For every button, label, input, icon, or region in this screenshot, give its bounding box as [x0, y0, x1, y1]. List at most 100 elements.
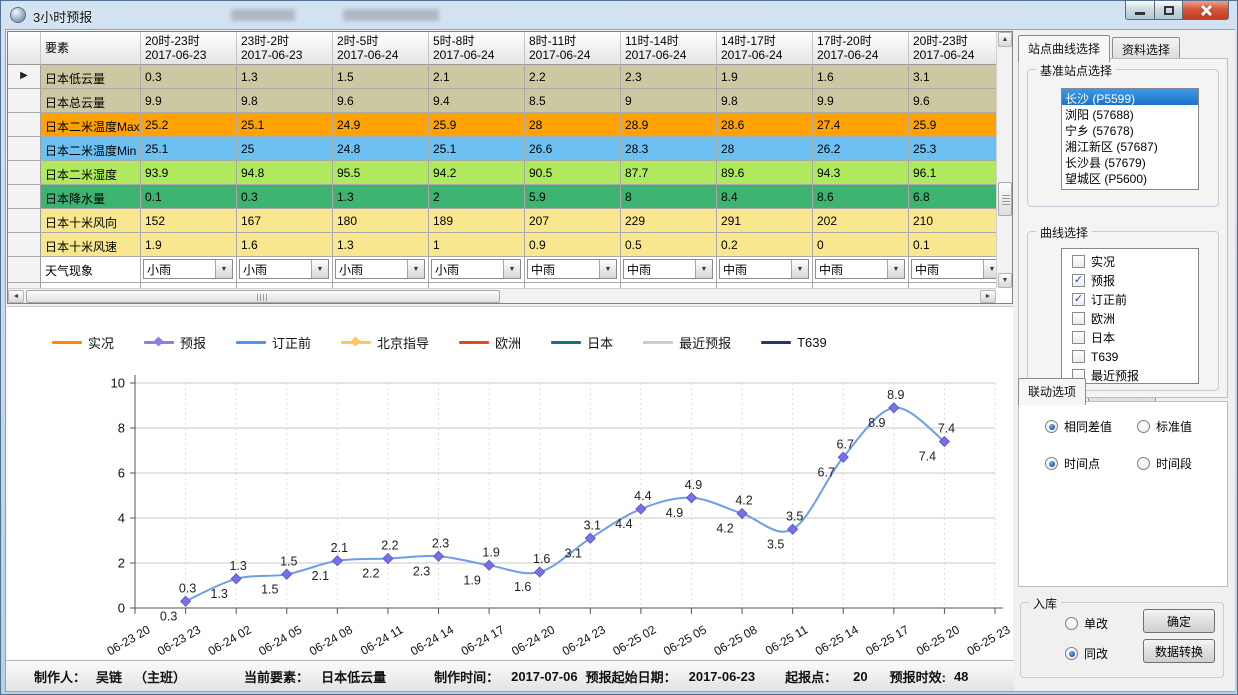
table-cell[interactable]: 28.6: [717, 113, 813, 137]
table-cell[interactable]: 95.5: [333, 161, 429, 185]
table-cell[interactable]: 中雨▼: [813, 257, 909, 283]
table-cell[interactable]: 中雨▼: [717, 257, 813, 283]
table-cell[interactable]: 0: [813, 233, 909, 257]
table-cell[interactable]: 8: [621, 185, 717, 209]
table-cell[interactable]: 9.4: [429, 89, 525, 113]
weather-combobox[interactable]: 中雨▼: [527, 259, 617, 279]
table-cell[interactable]: 9.6: [333, 89, 429, 113]
table-cell[interactable]: 9.8: [717, 89, 813, 113]
curve-checkbox-item[interactable]: 欧洲: [1062, 309, 1198, 328]
table-cell[interactable]: 25.1: [237, 113, 333, 137]
table-cell[interactable]: 1.9: [141, 233, 237, 257]
table-cell[interactable]: 8.4: [717, 185, 813, 209]
table-cell[interactable]: 24.9: [333, 113, 429, 137]
curve-checkbox-item[interactable]: 实况: [1062, 252, 1198, 271]
chart-point[interactable]: [737, 509, 747, 519]
station-list-item[interactable]: 浏阳 (57688): [1062, 105, 1198, 121]
weather-combobox[interactable]: 小雨▼: [239, 259, 329, 279]
station-list-item[interactable]: 望城区 (P5600): [1062, 169, 1198, 185]
table-cell[interactable]: 96.1: [909, 161, 996, 185]
chevron-down-icon[interactable]: ▼: [407, 260, 424, 278]
table-cell[interactable]: 1.9: [717, 65, 813, 89]
table-cell[interactable]: 中雨▼: [621, 257, 717, 283]
title-bar[interactable]: 3小时预报: [1, 1, 1237, 29]
table-horizontal-scrollbar[interactable]: ◄ ►: [8, 288, 996, 303]
table-cell[interactable]: 25.9: [429, 113, 525, 137]
chart-point[interactable]: [535, 567, 545, 577]
table-cell[interactable]: 1.6: [237, 233, 333, 257]
table-cell[interactable]: 87.7: [621, 161, 717, 185]
table-cell[interactable]: 89.6: [717, 161, 813, 185]
row-label[interactable]: 日本十米风速: [41, 233, 141, 257]
curve-checkbox-item[interactable]: 日本: [1062, 328, 1198, 347]
vertical-scroll-thumb[interactable]: [998, 182, 1012, 216]
data-convert-button[interactable]: 数据转换: [1143, 639, 1215, 663]
table-cell[interactable]: 8.6: [813, 185, 909, 209]
table-cell[interactable]: 中雨▼: [909, 257, 996, 283]
table-cell[interactable]: 93.9: [141, 161, 237, 185]
chart-point[interactable]: [686, 493, 696, 503]
table-cell[interactable]: 25.9: [909, 113, 996, 137]
chart-point[interactable]: [181, 596, 191, 606]
table-cell[interactable]: 28: [525, 113, 621, 137]
confirm-button[interactable]: 确定: [1143, 609, 1215, 633]
table-cell[interactable]: 94.8: [237, 161, 333, 185]
table-cell[interactable]: 1.6: [813, 65, 909, 89]
table-cell[interactable]: 1.5: [333, 65, 429, 89]
table-cell[interactable]: 1.3: [237, 65, 333, 89]
table-cell[interactable]: 94.3: [813, 161, 909, 185]
row-label[interactable]: 日本低云量: [41, 65, 141, 89]
radio-sync-edit[interactable]: 同改: [1065, 645, 1108, 662]
table-cell[interactable]: 1.3: [333, 233, 429, 257]
table-cell[interactable]: 0.3: [141, 65, 237, 89]
radio-single-edit[interactable]: 单改: [1065, 615, 1108, 632]
table-cell[interactable]: 1: [429, 233, 525, 257]
table-cell[interactable]: 2.1: [429, 65, 525, 89]
curve-checkbox-item[interactable]: ✓预报: [1062, 271, 1198, 290]
chevron-down-icon[interactable]: ▼: [503, 260, 520, 278]
station-list-item[interactable]: 长沙 (P5599): [1062, 89, 1198, 105]
radio-standard-value[interactable]: 标准值: [1137, 418, 1192, 435]
table-cell[interactable]: 167: [237, 209, 333, 233]
chevron-down-icon[interactable]: ▼: [311, 260, 328, 278]
scroll-up-button[interactable]: ▲: [998, 32, 1012, 47]
chart-point[interactable]: [484, 560, 494, 570]
table-cell[interactable]: 中雨▼: [525, 257, 621, 283]
curve-checkbox-item[interactable]: ✓订正前: [1062, 290, 1198, 309]
tab-station-curve-select[interactable]: 站点曲线选择: [1018, 35, 1110, 62]
row-label[interactable]: 日本总云量: [41, 89, 141, 113]
table-cell[interactable]: 1.3: [333, 185, 429, 209]
chart-point[interactable]: [282, 569, 292, 579]
curve-checkbox-item[interactable]: T639: [1062, 347, 1198, 366]
table-cell[interactable]: 180: [333, 209, 429, 233]
row-label[interactable]: 日本二米温度Max: [41, 113, 141, 137]
table-cell[interactable]: 25: [237, 137, 333, 161]
table-cell[interactable]: 27.4: [813, 113, 909, 137]
scroll-left-button[interactable]: ◄: [8, 290, 24, 303]
weather-combobox[interactable]: 小雨▼: [431, 259, 521, 279]
table-cell[interactable]: 210: [909, 209, 996, 233]
weather-combobox[interactable]: 中雨▼: [719, 259, 809, 279]
table-cell[interactable]: 6.8: [909, 185, 996, 209]
table-cell[interactable]: 2.2: [525, 65, 621, 89]
chart-point[interactable]: [636, 504, 646, 514]
station-list-item[interactable]: 宁乡 (57678): [1062, 121, 1198, 137]
table-cell[interactable]: 5.9: [525, 185, 621, 209]
table-cell[interactable]: 25.2: [141, 113, 237, 137]
scroll-right-button[interactable]: ►: [980, 290, 996, 303]
table-cell[interactable]: 2.3: [621, 65, 717, 89]
table-cell[interactable]: 207: [525, 209, 621, 233]
table-cell[interactable]: 9.9: [141, 89, 237, 113]
row-label[interactable]: 日本十米风向: [41, 209, 141, 233]
table-cell[interactable]: 25.1: [429, 137, 525, 161]
table-cell[interactable]: 94.2: [429, 161, 525, 185]
table-cell[interactable]: 152: [141, 209, 237, 233]
table-cell[interactable]: 25.3: [909, 137, 996, 161]
weather-combobox[interactable]: 中雨▼: [911, 259, 996, 279]
chevron-down-icon[interactable]: ▼: [695, 260, 712, 278]
minimize-button[interactable]: [1125, 1, 1155, 20]
table-cell[interactable]: 28.3: [621, 137, 717, 161]
table-cell[interactable]: 小雨▼: [237, 257, 333, 283]
weather-combobox[interactable]: 中雨▼: [815, 259, 905, 279]
table-cell[interactable]: 2: [429, 185, 525, 209]
